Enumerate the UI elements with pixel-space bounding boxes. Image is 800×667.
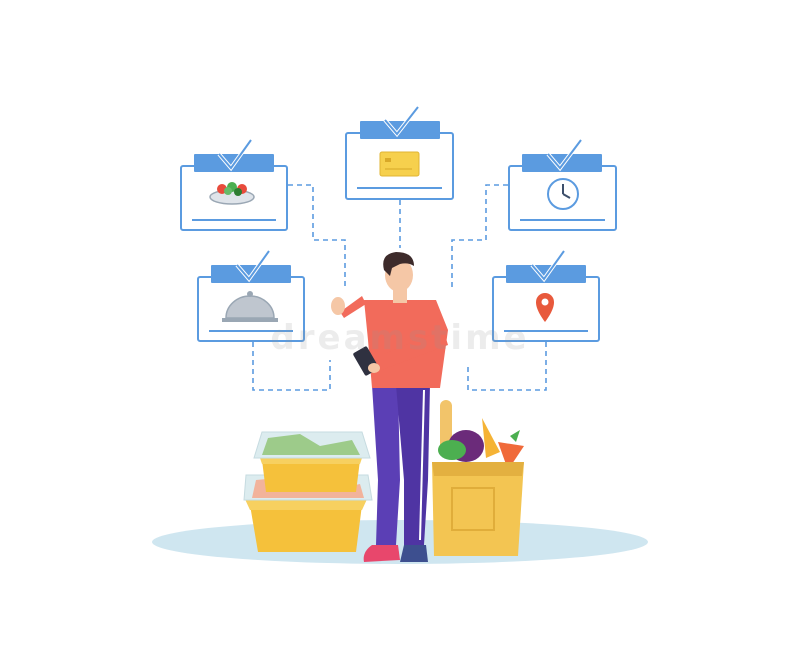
credit-card-icon	[379, 151, 420, 177]
card-payment	[345, 105, 454, 200]
clock-icon	[547, 178, 579, 210]
grocery-bag	[432, 400, 524, 556]
card-location	[492, 249, 600, 342]
raised-hand	[331, 297, 345, 315]
ground-shadow	[152, 520, 648, 564]
meal-containers	[243, 431, 373, 552]
food-delivery-illustration	[152, 105, 648, 564]
card-time	[508, 138, 617, 231]
card-salad	[180, 138, 288, 231]
card-dish	[197, 249, 305, 342]
